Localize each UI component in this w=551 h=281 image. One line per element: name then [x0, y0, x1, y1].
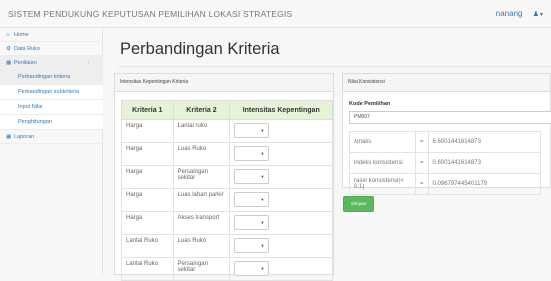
sidebar-item-label: Penilaian — [14, 60, 37, 66]
kriteria-2-cell: Luas Ruko — [172, 142, 231, 166]
column-header: Intensitas Kepentingan — [229, 100, 333, 120]
sidebar-item-home[interactable]: ⌂ Home — [0, 28, 103, 42]
table-row: Harga Persaingan sekitar ▼ — [121, 165, 333, 189]
save-button[interactable]: Simpan — [343, 196, 374, 212]
metric-label: λmaks — [349, 131, 416, 153]
consistency-table: λmaks = 6.6001441614873 indeks konsistensi =… — [349, 131, 541, 195]
kriteria-2-cell: Persaingan sekitar — [172, 257, 231, 281]
metric-label: indeks konsistensi — [349, 152, 416, 174]
sidebar-item-penilaian[interactable]: ▦ Penilaian ‹ — [0, 56, 103, 70]
sidebar-item-label: Data Ruko — [14, 46, 40, 52]
table-row: λmaks = 6.6001441614873 — [349, 131, 541, 153]
sidebar-subitem-input-nilai[interactable]: Input Nilai — [0, 100, 103, 115]
page-title: Perbandingan Kriteria — [120, 40, 280, 58]
subitem-label: Perbandingan subkriteria — [18, 89, 80, 95]
intensity-select[interactable]: ▼ — [234, 192, 270, 207]
sidebar-item-label: Laporan — [14, 134, 35, 140]
equals-sign: = — [415, 173, 429, 195]
table-row: Harga Luas Ruko ▼ — [121, 142, 333, 166]
kriteria-2-cell: Luas lahan parkir — [172, 188, 231, 212]
kriteria-1-cell: Harga — [121, 211, 174, 235]
caret-down-icon[interactable]: ▾ — [540, 12, 543, 18]
equals-sign: = — [415, 131, 429, 153]
kriteria-2-cell: Luas Ruko — [172, 234, 231, 258]
kriteria-1-cell: Harga — [121, 165, 174, 189]
home-icon: ⌂ — [6, 32, 10, 38]
kode-pemilihan-field[interactable]: PM007 — [349, 111, 551, 124]
column-header: Kriteria 2 — [172, 100, 231, 120]
table-row: Harga Lantai ruko ▼ — [121, 119, 333, 143]
intensity-cell: ▼ — [229, 119, 333, 143]
intensity-select[interactable]: ▼ — [234, 238, 270, 253]
criteria-table: Kriteria 1 Kriteria 2 Intensitas Kepenti… — [121, 100, 333, 281]
username[interactable]: nanang — [496, 9, 523, 18]
intensity-cell: ▼ — [229, 234, 333, 258]
kriteria-2-cell: Persaingan sekitar — [172, 165, 231, 189]
intensity-select[interactable]: ▼ — [234, 123, 270, 138]
table-row: indeks konsistensi = 0.6001441614873 — [349, 152, 541, 174]
sidebar-item-data-ruko[interactable]: ⚙ Data Ruko — [0, 42, 103, 56]
intensity-cell: ▼ — [229, 257, 333, 281]
grid-icon: ▦ — [6, 60, 12, 66]
grid-icon: ▦ — [6, 134, 12, 140]
metric-value: 0.096797445401179 — [427, 173, 541, 195]
kriteria-2-cell: Lantai ruko — [172, 119, 231, 143]
intensity-select[interactable]: ▼ — [234, 169, 270, 184]
panel-heading: Intensitas Kepentingan Kriteria — [115, 74, 333, 92]
subitem-label: Input Nilai — [18, 104, 43, 110]
kriteria-1-cell: Harga — [121, 142, 174, 166]
intensity-cell: ▼ — [229, 142, 333, 166]
kriteria-1-cell: Lantai Ruko — [121, 257, 174, 281]
kriteria-1-cell: Harga — [121, 119, 174, 143]
column-header: Kriteria 1 — [121, 100, 174, 120]
sidebar-subitem-penghitungan[interactable]: Penghitungan — [0, 115, 103, 130]
chevron-down-icon: ▼ — [260, 174, 265, 179]
table-row: Lantai Ruko Luas Ruko ▼ — [121, 234, 333, 258]
top-navbar: SISTEM PENDUKUNG KEPUTUSAN PEMILIHAN LOK… — [0, 0, 551, 28]
chevron-down-icon: ▼ — [260, 220, 265, 225]
sidebar-item-laporan[interactable]: ▦ Laporan — [0, 130, 103, 144]
app-title[interactable]: SISTEM PENDUKUNG KEPUTUSAN PEMILIHAN LOK… — [8, 9, 292, 19]
intensity-select[interactable]: ▼ — [234, 261, 270, 276]
table-row: Harga Akses transport ▼ — [121, 211, 333, 235]
metric-label: rasio konsistensi(< 0.1) — [349, 173, 416, 195]
intensity-select[interactable]: ▼ — [234, 215, 270, 230]
intensity-cell: ▼ — [229, 211, 333, 235]
chevron-down-icon: ▼ — [260, 266, 265, 271]
intensity-cell: ▼ — [229, 188, 333, 212]
divider — [118, 66, 551, 67]
consistency-panel: Nilai Konsistensi Kode Pemilihan PM007 λ… — [342, 73, 551, 195]
panel-heading: Nilai Konsistensi — [343, 74, 550, 92]
equals-sign: = — [415, 152, 429, 174]
table-row: rasio konsistensi(< 0.1) = 0.0967974454011… — [349, 173, 541, 195]
kode-label: Kode Pemilihan — [349, 101, 391, 107]
sidebar-item-label: Home — [14, 32, 29, 38]
chevron-down-icon: ▼ — [260, 151, 265, 156]
sidebar: ⌂ Home ⚙ Data Ruko ▦ Penilaian ‹ Perbanding… — [0, 28, 103, 275]
table-row: Lantai Ruko Persaingan sekitar ▼ — [121, 257, 333, 281]
intensity-cell: ▼ — [229, 165, 333, 189]
user-icon[interactable]: ♟ — [533, 10, 539, 18]
metric-value: 6.6001441614873 — [427, 131, 541, 153]
sidebar-subitem-perbandingan-subkriteria[interactable]: Perbandingan subkriteria — [0, 85, 103, 100]
chevron-down-icon: ‹ — [87, 60, 89, 66]
metric-value: 0.6001441614873 — [427, 152, 541, 174]
table-row: Harga Luas lahan parkir ▼ — [121, 188, 333, 212]
gear-icon: ⚙ — [6, 46, 11, 52]
chevron-down-icon: ▼ — [260, 197, 265, 202]
sidebar-subitem-perbandingan-kriteria[interactable]: Perbandingan kriteria — [0, 70, 103, 85]
kriteria-2-cell: Akses transport — [172, 211, 231, 235]
kriteria-1-cell: Harga — [121, 188, 174, 212]
user-menu[interactable]: nanang ♟▾ — [496, 9, 543, 18]
kriteria-1-cell: Lantai Ruko — [121, 234, 174, 258]
chevron-down-icon: ▼ — [260, 243, 265, 248]
intensity-select[interactable]: ▼ — [234, 146, 270, 161]
chevron-down-icon: ▼ — [260, 128, 265, 133]
criteria-panel: Intensitas Kepentingan Kriteria Kriteria… — [114, 73, 334, 281]
subitem-label: Perbandingan kriteria — [18, 74, 71, 80]
subitem-label: Penghitungan — [18, 119, 52, 125]
